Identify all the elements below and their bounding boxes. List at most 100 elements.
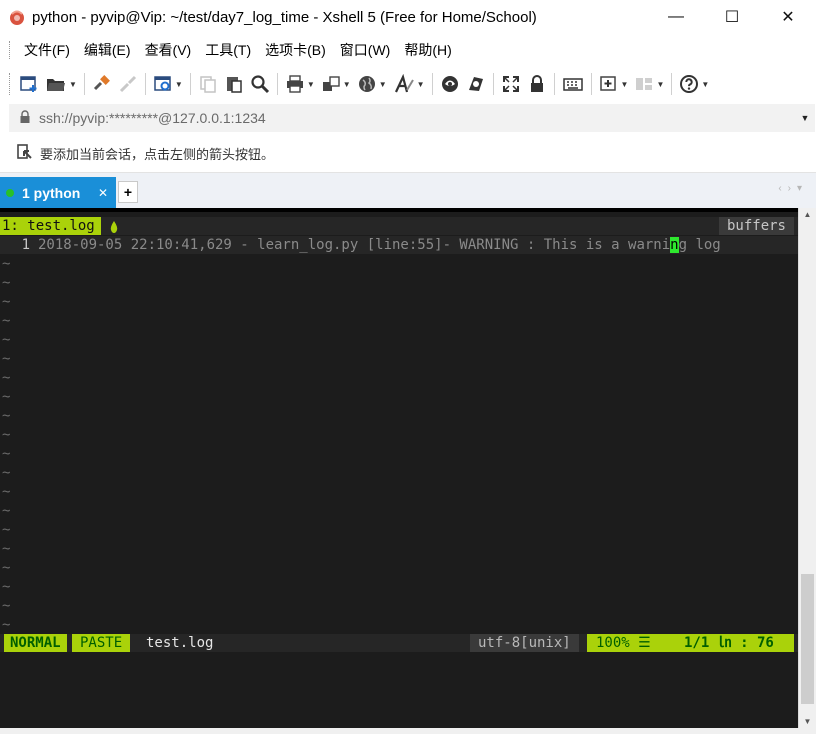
add-tab-button[interactable]: + (118, 181, 138, 203)
open-folder-dropdown-icon[interactable]: ▼ (69, 80, 77, 89)
lock-icon (527, 74, 547, 94)
new-session-button[interactable] (16, 70, 42, 98)
help-button[interactable]: ▼ (676, 70, 712, 98)
mode-indicator: NORMAL (4, 634, 67, 652)
properties-icon (153, 74, 173, 94)
close-button[interactable]: ✕ (760, 0, 816, 34)
toolbar-separator (553, 73, 555, 95)
empty-line-tilde: ~ (2, 560, 11, 576)
empty-line-tilde: ~ (2, 446, 11, 462)
fullscreen-button[interactable] (498, 70, 524, 98)
empty-line-tilde: ~ (2, 427, 11, 443)
scroll-thumb[interactable] (801, 574, 814, 704)
minimize-button[interactable]: — (648, 0, 704, 34)
open-folder-icon (45, 74, 67, 94)
transfer-dropdown-icon[interactable]: ▼ (343, 80, 351, 89)
cursor-position: 1/1 ㏑ : 76 (684, 635, 774, 651)
toolbar-separator (276, 73, 278, 95)
terminal-scrollbar[interactable]: ▲ ▼ (798, 208, 816, 728)
font-icon (393, 74, 415, 94)
maximize-button[interactable]: ☐ (704, 0, 760, 34)
print-button[interactable]: ▼ (282, 70, 318, 98)
address-dropdown-icon[interactable]: ▼ (795, 113, 815, 123)
encoding-indicator: utf-8[unix] (470, 634, 579, 652)
globe-dropdown-icon[interactable]: ▼ (379, 80, 387, 89)
compose-dropdown-icon[interactable]: ▼ (621, 80, 629, 89)
properties-dropdown-icon[interactable]: ▼ (175, 80, 183, 89)
menu-tabs[interactable]: 选项卡(B) (258, 40, 333, 60)
layout-button[interactable]: ▼ (631, 70, 667, 98)
globe-icon (357, 74, 377, 94)
menu-help[interactable]: 帮助(H) (397, 40, 458, 60)
scroll-up-icon[interactable]: ▲ (799, 210, 816, 219)
line-number: 1 (21, 237, 30, 253)
toolbar-grip[interactable] (9, 73, 12, 95)
font-dropdown-icon[interactable]: ▼ (417, 80, 425, 89)
terminal[interactable]: 1: test.log buffers 1 2018-09-05 22:10:41… (0, 208, 798, 728)
globe-button[interactable]: ▼ (354, 70, 390, 98)
vim-bufferline: 1: test.log buffers (0, 217, 798, 235)
find-icon (250, 74, 270, 94)
disconnect-button[interactable] (115, 70, 141, 98)
find-button[interactable] (247, 70, 273, 98)
toolbar-separator (671, 73, 673, 95)
xshell-logo-icon (8, 8, 26, 26)
menu-tools[interactable]: 工具(T) (198, 40, 258, 60)
paste-button[interactable] (221, 70, 247, 98)
toolbar-separator (189, 73, 191, 95)
print-dropdown-icon[interactable]: ▼ (307, 80, 315, 89)
window-bottom-edge (0, 728, 816, 734)
empty-line-tilde: ~ (2, 617, 11, 633)
window-title: python - pyvip@Vip: ~/test/day7_log_time… (32, 8, 537, 26)
lock-icon (19, 109, 31, 127)
empty-line-tilde: ~ (2, 598, 11, 614)
copy-button[interactable] (195, 70, 221, 98)
menu-edit[interactable]: 编辑(E) (77, 40, 138, 60)
menu-window[interactable]: 窗口(W) (333, 40, 398, 60)
layout-icon (634, 74, 654, 94)
add-session-arrow-icon[interactable] (16, 143, 34, 164)
help-dropdown-icon[interactable]: ▼ (701, 80, 709, 89)
status-filename: test.log (146, 635, 214, 651)
hint-text: 要添加当前会话，点击左侧的箭头按钮。 (40, 146, 275, 162)
tab-close-icon[interactable]: ✕ (98, 186, 108, 200)
menu-view[interactable]: 查看(V) (138, 40, 199, 60)
lock-button[interactable] (524, 70, 550, 98)
empty-line-tilde: ~ (2, 351, 11, 367)
tab-python[interactable]: 1 python ✕ (0, 177, 116, 209)
font-button[interactable]: ▼ (390, 70, 428, 98)
menu-grip[interactable] (9, 41, 12, 59)
fullscreen-icon (501, 74, 521, 94)
line-text-after-cursor: g log (678, 237, 721, 253)
tab-label: 1 python (22, 185, 81, 201)
new-session-icon (19, 74, 39, 94)
address-input[interactable]: ssh://pyvip:*********@127.0.0.1:1234 (39, 110, 795, 126)
empty-line-tilde: ~ (2, 313, 11, 329)
tab-nav-icons[interactable]: ‹›▾ (778, 183, 808, 194)
paste-indicator: PASTE (72, 634, 131, 652)
vim-statusline: NORMAL PASTE test.log utf-8[unix] 100% ☰… (0, 634, 798, 652)
transfer-icon (321, 74, 341, 94)
address-box[interactable]: ssh://pyvip:*********@127.0.0.1:1234 ▼ (9, 104, 815, 132)
title-bar: python - pyvip@Vip: ~/test/day7_log_time… (0, 0, 816, 34)
toolbar-separator (83, 73, 85, 95)
empty-line-tilde: ~ (2, 294, 11, 310)
transfer-button[interactable]: ▼ (318, 70, 354, 98)
keyboard-icon (562, 74, 584, 94)
layout-dropdown-icon[interactable]: ▼ (656, 80, 664, 89)
reconnect-button[interactable] (89, 70, 115, 98)
compose-button[interactable]: ▼ (596, 70, 632, 98)
buffer-tab[interactable]: 1: test.log (0, 217, 101, 235)
scroll-down-icon[interactable]: ▼ (799, 717, 816, 726)
percent-indicator: 100% ☰ (596, 635, 651, 651)
keyboard-button[interactable] (559, 70, 587, 98)
properties-button[interactable]: ▼ (150, 70, 186, 98)
buffers-label: buffers (718, 217, 794, 235)
menu-file[interactable]: 文件(F) (17, 40, 77, 60)
xmanager-button[interactable] (463, 70, 489, 98)
open-folder-button[interactable]: ▼ (42, 70, 80, 98)
empty-line-tilde: ~ (2, 541, 11, 557)
position-indicator: 100% ☰ 1/1 ㏑ : 76 (587, 634, 794, 652)
disconnect-icon (118, 74, 138, 94)
xftp-button[interactable] (437, 70, 463, 98)
